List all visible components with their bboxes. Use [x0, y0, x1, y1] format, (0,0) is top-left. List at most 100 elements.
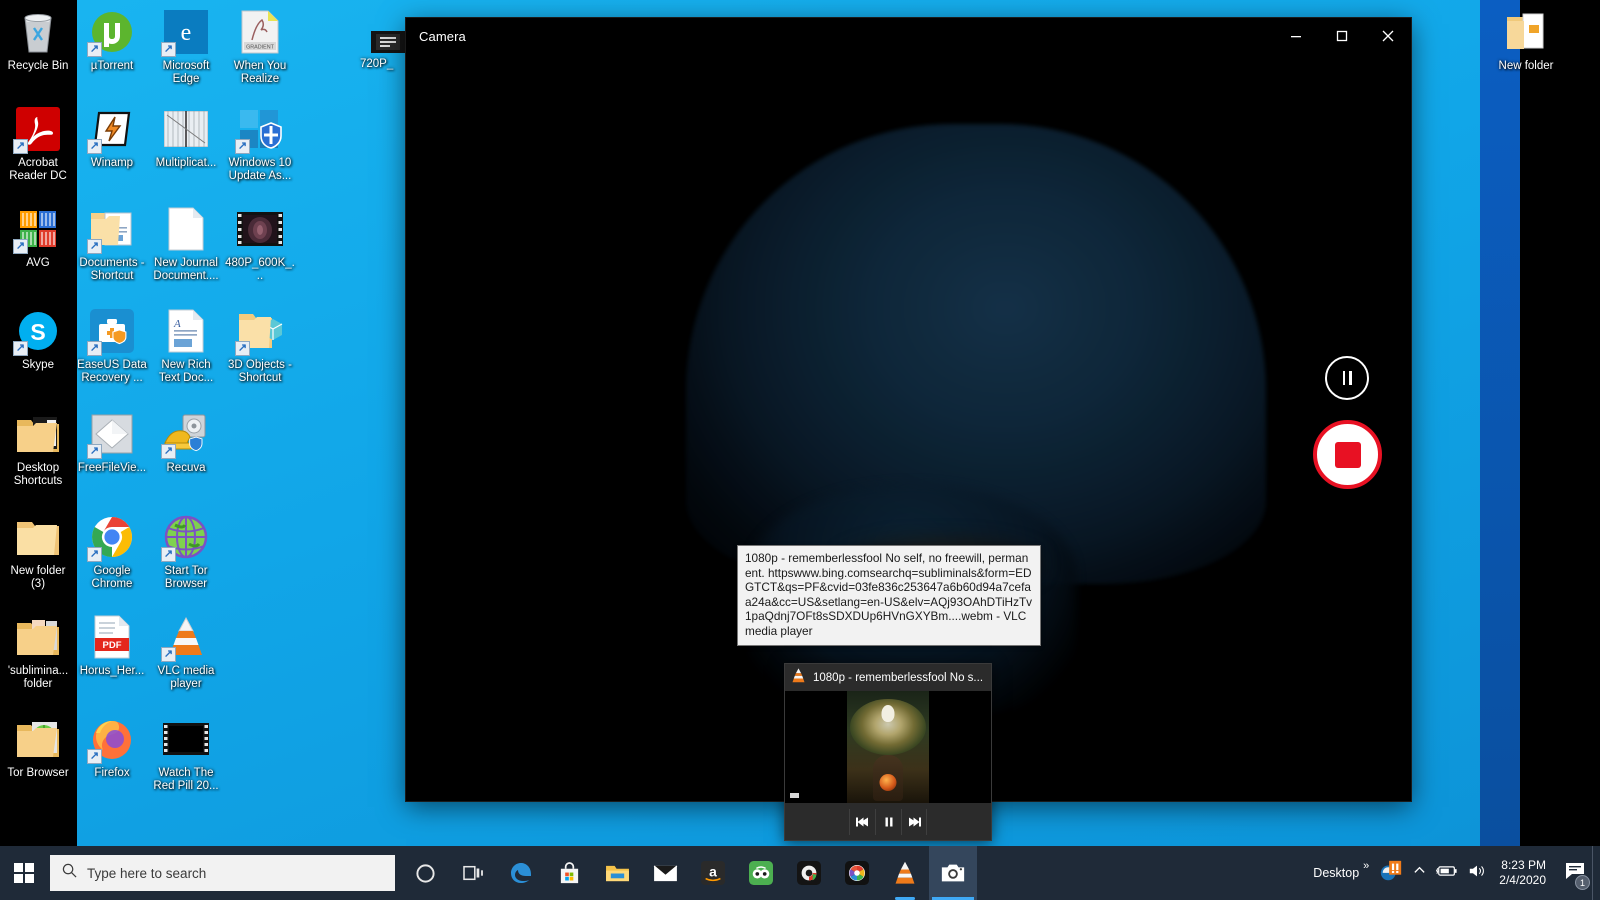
desktop-icon-label: 3D Objects - Shortcut	[228, 359, 292, 384]
stop-square-icon	[1334, 441, 1361, 468]
tray-desktop-peek[interactable]: Desktop »	[1304, 846, 1374, 900]
desktop-background-strip	[1480, 0, 1520, 846]
desktop-icon-label: Recuva	[166, 462, 206, 474]
pause-bar-left	[1342, 371, 1345, 385]
search-input[interactable]: Type here to search	[50, 855, 395, 891]
desktop-icon-skype[interactable]: S Skype	[2, 307, 74, 372]
desktop-icon-label: New Rich Text Doc...	[158, 359, 214, 384]
avg-icon	[13, 205, 62, 254]
desktop-icon-firefox[interactable]: Firefox	[76, 715, 148, 780]
desktop-icon-avg[interactable]: AVG	[2, 205, 74, 270]
maximize-button[interactable]	[1319, 18, 1365, 54]
clock[interactable]: 8:23 PM 2/4/2020	[1491, 858, 1558, 888]
taskbar-item-cortana[interactable]	[401, 846, 449, 900]
shortcut-overlay-icon	[87, 42, 102, 57]
desktop-icon-label: Desktop Shortcuts	[13, 462, 63, 487]
taskbar-item-vlc-media-player[interactable]	[881, 846, 929, 900]
taskbar-item-file-explorer[interactable]	[593, 846, 641, 900]
desktop-icon-microsoft-edge[interactable]: e Microsoft Edge	[150, 8, 222, 86]
next-track-button[interactable]	[901, 808, 927, 835]
desktop-icon-480p-600k-video[interactable]: 480P_600K_...	[224, 205, 296, 283]
taskbar[interactable]: Type here to search a Desktop » 8:23 PM …	[0, 846, 1600, 900]
tray-avg-icon-wrap[interactable]	[1374, 846, 1408, 900]
rich-text-document-icon: A	[162, 307, 210, 355]
desktop-icon-recuva[interactable]: Recuva	[150, 410, 222, 475]
desktop-icon-easeus-data-recovery[interactable]: EaseUS Data Recovery ...	[76, 307, 148, 385]
desktop-icon-horus-her-pdf[interactable]: PDF Horus_Her...	[76, 613, 148, 678]
image-file-icon	[162, 105, 210, 153]
folder-icon	[14, 410, 62, 458]
taskbar-item-photo-director[interactable]	[833, 846, 881, 900]
video-progress-marker	[790, 793, 799, 798]
desktop-icon-tor-browser-folder[interactable]: Tor Browser	[2, 715, 74, 780]
start-button[interactable]	[0, 846, 48, 900]
3d-objects-folder-icon	[235, 307, 284, 356]
desktop-icon-utorrent[interactable]: µTorrent	[76, 8, 148, 73]
desktop-icon-new-journal-document[interactable]: New Journal Document....	[150, 205, 222, 283]
taskbar-item-task-view[interactable]	[449, 846, 497, 900]
desktop-icon-multiplication-image[interactable]: Multiplicat...	[150, 105, 222, 170]
folder-icon	[14, 715, 62, 763]
notification-badge: 1	[1575, 875, 1590, 890]
camera-stop-record-button[interactable]	[1313, 420, 1382, 489]
svg-text:e: e	[181, 20, 192, 46]
search-icon	[62, 863, 77, 883]
desktop-icon-label: Firefox	[94, 767, 130, 779]
thumbnail-video-frame[interactable]	[785, 691, 991, 803]
desktop-icon-label: Microsoft Edge	[162, 60, 210, 85]
desktop-icon-winamp[interactable]: Winamp	[76, 105, 148, 170]
desktop-icon-google-chrome[interactable]: Google Chrome	[76, 513, 148, 591]
tray-show-hidden-icons[interactable]	[1408, 846, 1431, 900]
desktop-icon-documents-shortcut[interactable]: A Documents - Shortcut	[76, 205, 148, 283]
desktop-icon-freefileviewer[interactable]: FreeFileVie...	[76, 410, 148, 475]
firefox-icon	[87, 715, 136, 764]
search-placeholder: Type here to search	[87, 865, 207, 881]
desktop-icon-watch-the-red-pill[interactable]: Watch The Red Pill 20...	[150, 715, 222, 793]
camera-title-bar[interactable]: Camera	[406, 18, 1411, 54]
desktop-icon-subliminal-folder[interactable]: 'sublimina... folder	[2, 613, 74, 691]
desktop-icon-new-folder-right[interactable]: New folder	[1490, 8, 1562, 73]
taskbar-item-cyberlink[interactable]	[785, 846, 833, 900]
desktop-icon-when-you-realize[interactable]: GRADIENT When You Realize	[224, 8, 296, 86]
avg-tray-icon	[1379, 859, 1403, 888]
taskbar-item-amazon[interactable]: a	[689, 846, 737, 900]
desktop-icon-desktop-shortcuts[interactable]: Desktop Shortcuts	[2, 410, 74, 488]
show-desktop-button[interactable]	[1592, 846, 1600, 900]
desktop-icon-label: When You Realize	[233, 60, 287, 85]
folder-icon	[14, 613, 62, 661]
camera-pause-button[interactable]	[1325, 356, 1369, 400]
tray-volume[interactable]	[1463, 846, 1491, 900]
previous-track-button[interactable]	[849, 808, 875, 835]
vlc-icon	[791, 667, 806, 689]
desktop-icon-start-tor-browser[interactable]: Start Tor Browser	[150, 513, 222, 591]
shortcut-overlay-icon	[87, 239, 102, 254]
desktop-icon-new-folder-3[interactable]: New folder (3)	[2, 513, 74, 591]
tray-battery[interactable]	[1431, 846, 1463, 900]
play-pause-button[interactable]	[875, 808, 901, 835]
folder-icon	[14, 513, 62, 561]
taskbar-item-microsoft-store[interactable]	[545, 846, 593, 900]
desktop-icon-vlc-media-player[interactable]: VLC media player	[150, 613, 222, 691]
video-file-icon	[162, 715, 210, 763]
shortcut-overlay-icon	[235, 139, 250, 154]
taskbar-item-microsoft-edge[interactable]	[497, 846, 545, 900]
desktop-icon-new-rich-text-doc[interactable]: A New Rich Text Doc...	[150, 307, 222, 385]
minimize-button[interactable]	[1273, 18, 1319, 54]
action-center-button[interactable]: 1	[1558, 846, 1592, 900]
desktop-icon-3d-objects-shortcut[interactable]: 3D Objects - Shortcut	[224, 307, 296, 385]
taskbar-thumbnail-preview[interactable]: 1080p - rememberlessfool No s...	[784, 663, 992, 841]
desktop-icon-recycle-bin[interactable]: Recycle Bin	[2, 8, 74, 73]
taskbar-item-tripadvisor[interactable]	[737, 846, 785, 900]
edge-icon: e	[161, 8, 210, 57]
close-button[interactable]	[1365, 18, 1411, 54]
artwork-orb	[879, 774, 897, 791]
desktop-icon-label: µTorrent	[90, 60, 134, 72]
taskbar-item-camera[interactable]	[929, 846, 977, 900]
documents-folder-icon: A	[87, 205, 136, 254]
desktop-icon-acrobat-reader-dc[interactable]: Acrobat Reader DC	[2, 105, 74, 183]
thumbnail-media-controls	[785, 803, 991, 840]
svg-text:S: S	[30, 319, 45, 345]
taskbar-item-mail[interactable]	[641, 846, 689, 900]
desktop-icon-windows-10-update-assistant[interactable]: Windows 10 Update As...	[224, 105, 296, 183]
desktop-icon-label: AVG	[26, 257, 50, 269]
